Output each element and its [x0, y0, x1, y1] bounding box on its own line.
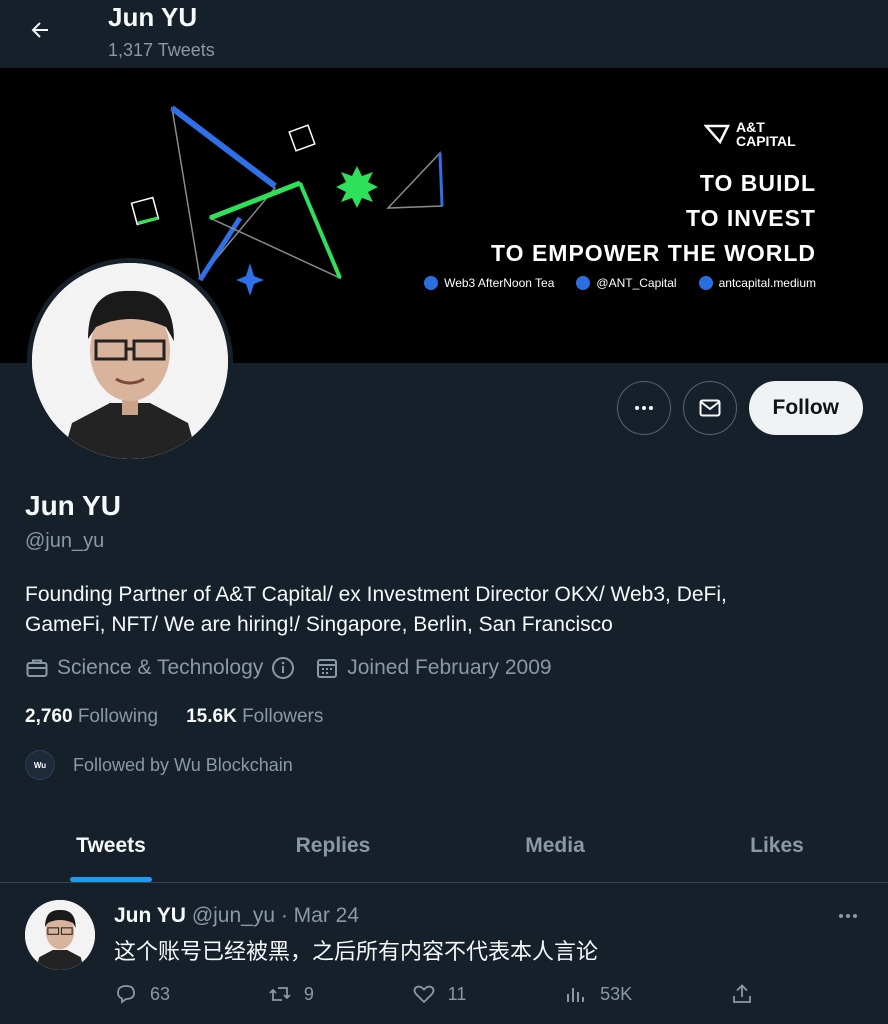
- follower-avatar: Wu: [25, 750, 55, 780]
- medium-icon: [698, 276, 713, 290]
- views-button[interactable]: 53K: [564, 982, 632, 1006]
- envelope-icon: [699, 399, 720, 417]
- like-button[interactable]: 11: [412, 982, 467, 1006]
- banner-link-label: antcapital.medium: [718, 276, 816, 290]
- share-button[interactable]: [730, 982, 754, 1006]
- more-dots-icon: [634, 406, 653, 410]
- mic-icon: [424, 276, 439, 290]
- briefcase-icon: [26, 659, 48, 677]
- followed-by[interactable]: Wu Followed by Wu Blockchain: [25, 750, 293, 780]
- banner-line-2: TO INVEST: [686, 205, 816, 231]
- profile-avatar[interactable]: [27, 258, 233, 464]
- info-icon[interactable]: [271, 656, 295, 680]
- more-button[interactable]: [616, 381, 671, 435]
- banner-line-1: TO BUIDL: [699, 170, 816, 196]
- message-button[interactable]: [682, 381, 737, 435]
- followers-label: Followers: [242, 706, 324, 727]
- tab-media[interactable]: Media: [444, 810, 666, 882]
- following-count: 2,760: [25, 706, 73, 727]
- follow-button[interactable]: Follow: [748, 381, 863, 435]
- following-label: Following: [77, 706, 159, 727]
- following-link[interactable]: 2,760 Following: [25, 706, 158, 728]
- twitter-icon: [576, 276, 591, 290]
- avatar-image: [32, 263, 228, 459]
- analytics-icon: [567, 988, 585, 1002]
- tweet-author[interactable]: Jun YU: [114, 904, 186, 927]
- reply-count: 63: [150, 983, 171, 1004]
- profile-stats: 2,760 Following 15.6K Followers: [25, 706, 323, 728]
- profile-actions: Follow: [616, 381, 863, 435]
- top-bar: Jun YU 1,317 Tweets: [0, 0, 888, 68]
- reply-icon: [117, 985, 135, 1004]
- tweet-actions: 63 9 11 53K: [114, 982, 754, 1006]
- tab-replies[interactable]: Replies: [222, 810, 444, 882]
- tweet-avatar-image: [25, 900, 95, 970]
- logo-text: A&T CAPITAL: [736, 119, 796, 149]
- retweet-count: 9: [303, 983, 314, 1004]
- reply-button[interactable]: 63: [114, 982, 170, 1006]
- tweet-more-icon[interactable]: [836, 904, 860, 934]
- followed-by-text: Followed by Wu Blockchain: [73, 754, 293, 775]
- view-count: 53K: [600, 983, 633, 1004]
- tab-tweets[interactable]: Tweets: [0, 810, 222, 882]
- tweet-item[interactable]: Jun YU @jun_yu · Mar 24 这个账号已经被黑，之后所有内容不…: [0, 884, 888, 1024]
- tweet-avatar[interactable]: [25, 900, 95, 970]
- calendar-icon: [317, 659, 338, 678]
- profile-name: Jun YU: [25, 490, 121, 521]
- banner-link-label: @ANT_Capital: [596, 276, 677, 290]
- bio-line: GameFi, NFT/ We are hiring!/ Singapore, …: [25, 613, 613, 636]
- page-title: Jun YU: [108, 2, 198, 32]
- profile-category: Science & Technology: [57, 656, 264, 679]
- banner-line-3: TO EMPOWER THE WORLD: [491, 240, 816, 266]
- banner-link-label: Web3 AfterNoon Tea: [444, 276, 555, 290]
- retweet-button[interactable]: 9: [268, 982, 314, 1006]
- bio-line: Founding Partner of A&T Capital/ ex Inve…: [25, 583, 727, 606]
- share-icon: [733, 984, 751, 1003]
- tweet-count: 1,317 Tweets: [108, 40, 215, 60]
- followers-link[interactable]: 15.6K Followers: [186, 706, 323, 728]
- banner-logo: A&T CAPITAL: [704, 120, 816, 148]
- tweet-header: Jun YU @jun_yu · Mar 24: [114, 904, 359, 928]
- retweet-icon: [269, 987, 291, 1001]
- profile-bio: Founding Partner of A&T Capital/ ex Inve…: [25, 580, 845, 640]
- followers-count: 15.6K: [186, 706, 237, 727]
- profile-tabs: Tweets Replies Media Likes: [0, 810, 888, 883]
- banner-links: Web3 AfterNoon Tea @ANT_Capital antcapit…: [424, 276, 816, 290]
- tweet-text: 这个账号已经被黑，之后所有内容不代表本人言论: [114, 939, 599, 964]
- profile-meta: Science & Technology Joined February 200…: [25, 656, 552, 680]
- profile-handle: @jun_yu: [25, 530, 105, 552]
- heart-icon: [413, 985, 435, 1004]
- profile-joined: Joined February 2009: [347, 656, 552, 679]
- like-count: 11: [447, 983, 467, 1004]
- tweet-meta: @jun_yu · Mar 24: [191, 904, 360, 927]
- back-arrow-icon[interactable]: [22, 12, 58, 48]
- capital-logo-icon: [704, 124, 730, 144]
- tab-likes[interactable]: Likes: [666, 810, 888, 882]
